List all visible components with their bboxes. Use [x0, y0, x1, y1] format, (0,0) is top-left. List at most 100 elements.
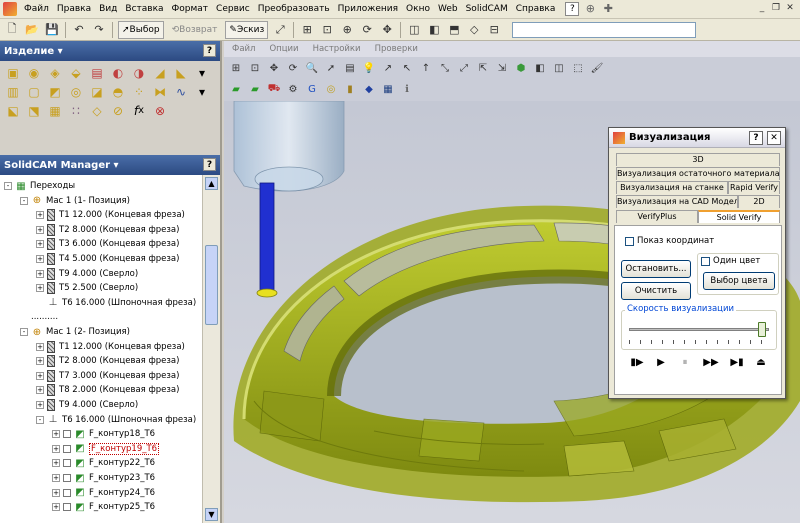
configuration-combo[interactable]: [512, 21, 697, 38]
pan-icon[interactable]: ✥: [266, 60, 282, 76]
expand-icon[interactable]: +: [36, 255, 44, 263]
tree-scrollbar[interactable]: ▲ ▼: [202, 175, 220, 523]
view-x-icon[interactable]: ↗: [380, 60, 396, 76]
rebuild-button[interactable]: ⟲ Возврат: [168, 21, 222, 39]
verify-menu-file[interactable]: Файл: [232, 44, 255, 54]
menu-insert[interactable]: Вставка: [121, 0, 167, 19]
cut-sweep-icon[interactable]: ◑: [130, 64, 148, 81]
pin-icon[interactable]: ⊕: [583, 2, 597, 16]
fixture-icon[interactable]: ⛟: [266, 81, 282, 97]
expand-icon[interactable]: +: [52, 459, 60, 468]
planes-icon[interactable]: ⊟: [485, 21, 503, 39]
chamfer-icon[interactable]: ◣: [172, 64, 190, 81]
menu-window[interactable]: Окно: [402, 0, 434, 19]
measure-icon[interactable]: ▤: [342, 60, 358, 76]
restore-icon[interactable]: ❐: [770, 3, 782, 15]
tree-row[interactable]: + ◩ F_контур23_T6: [52, 471, 155, 485]
tree-row[interactable]: - ⊕ Мас 1 (2- Позиция): [20, 325, 130, 339]
tree-row[interactable]: + T9 4.000 (Сверло): [36, 398, 138, 412]
collapse-icon[interactable]: -: [36, 415, 44, 424]
menu-applications[interactable]: Приложения: [334, 0, 402, 19]
menu-help[interactable]: Справка: [512, 0, 560, 19]
tree-row[interactable]: + ◩ F_контур19_T6: [52, 442, 160, 456]
view-y-icon[interactable]: ↖: [399, 60, 415, 76]
plus-icon[interactable]: ✚: [601, 2, 615, 16]
tree-row[interactable]: + T5 2.500 (Сверло): [36, 281, 138, 295]
view-top-icon[interactable]: ⤢: [456, 60, 472, 76]
tab-verifyplus[interactable]: VerifyPlus: [616, 210, 698, 223]
menu-transform[interactable]: Преобразовать: [254, 0, 334, 19]
view-orient-icon[interactable]: ◫: [405, 21, 423, 39]
redo-icon[interactable]: ↷: [90, 21, 108, 39]
equation-icon[interactable]: fx: [130, 102, 148, 119]
loft-icon[interactable]: ⬙: [67, 64, 85, 81]
tab-cad-model[interactable]: Визуализация на CAD Модели: [616, 195, 738, 208]
curve-icon[interactable]: ∿: [172, 83, 190, 100]
menu-solidcam[interactable]: SolidCAM: [462, 0, 512, 19]
speed-slider-track[interactable]: [629, 328, 769, 331]
wire-box-icon[interactable]: ◫: [551, 60, 567, 76]
tree-row[interactable]: + ◩ F_контур24_T6: [52, 486, 155, 500]
scroll-up-icon[interactable]: ▲: [205, 177, 218, 190]
cut-revolve-icon[interactable]: ◐: [109, 64, 127, 81]
zoom-icon[interactable]: 🔍: [304, 60, 320, 76]
menu-format[interactable]: Формат: [168, 0, 213, 19]
zoom-icon[interactable]: ⊕: [338, 21, 356, 39]
view-iso-icon[interactable]: ⤡: [437, 60, 453, 76]
help-icon[interactable]: ?: [749, 131, 763, 145]
tree-row[interactable]: ⊥ T6 16.000 (Шпоночная фреза): [36, 296, 197, 310]
expand-icon[interactable]: +: [36, 240, 44, 249]
solid-view-icon[interactable]: ⬢: [513, 60, 529, 76]
shaded-box-icon[interactable]: ◧: [532, 60, 548, 76]
tree-row[interactable]: - ⊕ Мас 1 (1- Позиция): [20, 194, 130, 208]
expand-icon[interactable]: +: [36, 284, 44, 293]
clamp-icon[interactable]: ⚙: [285, 81, 301, 97]
expand-icon[interactable]: +: [52, 430, 60, 439]
smart-dimension-icon[interactable]: ⤢: [271, 21, 289, 39]
graph-icon[interactable]: G: [304, 81, 320, 97]
thicken-icon[interactable]: ▦: [46, 102, 64, 119]
expand-icon[interactable]: +: [52, 503, 60, 512]
cut-extrude-icon[interactable]: ▤: [88, 64, 106, 81]
help-icon[interactable]: ?: [203, 158, 216, 171]
choose-color-button[interactable]: Выбор цвета: [703, 272, 775, 290]
split-icon[interactable]: ⬕: [4, 102, 22, 119]
close-icon[interactable]: ✕: [784, 3, 796, 15]
light-icon[interactable]: 💡: [361, 60, 377, 76]
stop-button[interactable]: Остановить...: [621, 260, 691, 278]
rotate-icon[interactable]: ⟳: [285, 60, 301, 76]
tree-row[interactable]: - ▦ Переходы: [4, 179, 75, 193]
sketch-button[interactable]: ✎ Эскиз: [225, 20, 269, 39]
select-button[interactable]: ➚ Выбор: [118, 20, 164, 39]
minimize-icon[interactable]: _: [756, 3, 768, 15]
tree-row[interactable]: + ◩ F_контур22_T6: [52, 456, 155, 470]
fillet-icon[interactable]: ◢: [151, 64, 169, 81]
show-coordinates-checkbox[interactable]: Показ координат: [625, 236, 714, 246]
tree-row[interactable]: - ⊥ T6 16.000 (Шпоночная фреза): [36, 413, 196, 427]
view-side-icon[interactable]: ⇲: [494, 60, 510, 76]
step-icon[interactable]: ▮▶: [627, 356, 647, 370]
new-icon[interactable]: 🗋: [3, 21, 21, 39]
expand-icon[interactable]: +: [36, 269, 44, 278]
mirror-icon[interactable]: ⧓: [151, 83, 169, 100]
pan-icon[interactable]: ✥: [378, 21, 396, 39]
play-icon[interactable]: ▶: [651, 356, 671, 370]
rib-icon[interactable]: ▥: [4, 83, 22, 100]
tool-icon[interactable]: ◎: [323, 81, 339, 97]
expand-icon[interactable]: +: [52, 444, 60, 453]
dropdown-icon[interactable]: ▾: [193, 64, 211, 81]
fast-forward-icon[interactable]: ▶▶: [701, 356, 721, 370]
menu-tools[interactable]: Сервис: [212, 0, 254, 19]
scale-icon[interactable]: ⬔: [25, 102, 43, 119]
drop-icon[interactable]: ◆: [361, 81, 377, 97]
operation-checkbox[interactable]: [63, 503, 71, 512]
expand-icon[interactable]: +: [52, 474, 60, 482]
paint-icon[interactable]: 🖌: [589, 60, 605, 76]
target-icon[interactable]: ▰: [247, 81, 263, 97]
shell-icon[interactable]: ▢: [25, 83, 43, 100]
verify-menu-settings[interactable]: Настройки: [313, 44, 361, 54]
tree-row[interactable]: ..........: [20, 310, 58, 324]
menu-web[interactable]: Web: [434, 0, 462, 19]
wrap-icon[interactable]: ◪: [88, 83, 106, 100]
tab-2d[interactable]: 2D: [738, 195, 780, 208]
